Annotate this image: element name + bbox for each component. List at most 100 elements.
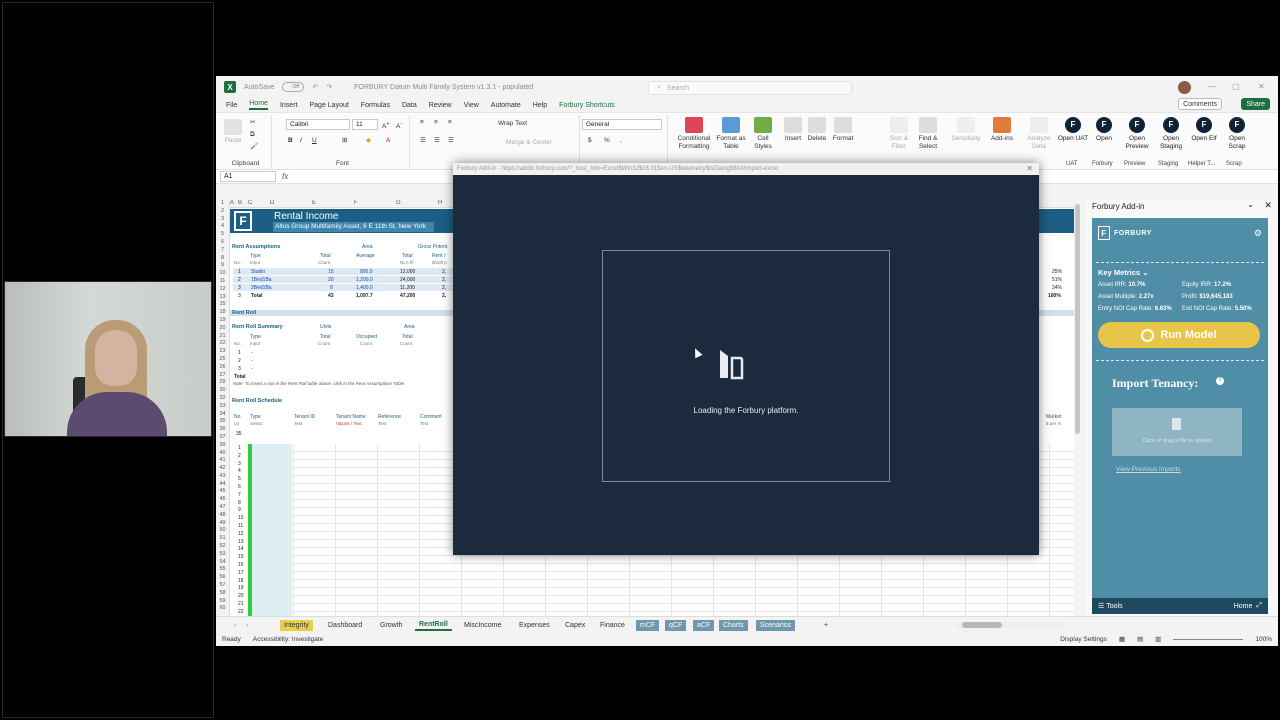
- row-number[interactable]: 41: [216, 457, 229, 465]
- display-settings-button[interactable]: Display Settings: [1060, 636, 1107, 643]
- menu-view[interactable]: View: [464, 102, 479, 109]
- increase-font-icon[interactable]: A+: [382, 120, 390, 131]
- open-preview-button[interactable]: F Open Preview: [1120, 117, 1154, 151]
- italic-icon[interactable]: I: [300, 137, 302, 145]
- row-number[interactable]: 57: [216, 582, 229, 590]
- row-number[interactable]: 46: [216, 496, 229, 504]
- tab-integrity[interactable]: Integrity: [280, 620, 313, 631]
- menu-forbury-shortcuts[interactable]: Forbury Shortcuts: [559, 102, 615, 109]
- home-button[interactable]: Home: [1234, 603, 1253, 610]
- menu-automate[interactable]: Automate: [491, 102, 521, 109]
- row-number[interactable]: 47: [216, 504, 229, 512]
- row-number[interactable]: 36: [216, 426, 229, 434]
- wrap-text-button[interactable]: Wrap Text: [498, 120, 527, 128]
- table-cell[interactable]: 12,000: [400, 269, 415, 275]
- open-uat-button[interactable]: F Open UAT: [1056, 117, 1090, 143]
- zoom-level[interactable]: 100%: [1255, 636, 1272, 643]
- horizontal-scrollbar[interactable]: [956, 622, 1066, 628]
- row-number[interactable]: 8: [216, 255, 229, 263]
- fx-icon[interactable]: fx: [282, 172, 288, 181]
- table-cell[interactable]: 800.0: [360, 269, 373, 275]
- row-number[interactable]: 20: [216, 325, 229, 333]
- row-number[interactable]: 25: [216, 356, 229, 364]
- key-metrics-toggle[interactable]: Key Metrics ⌄: [1098, 268, 1148, 277]
- row-number[interactable]: 19: [216, 317, 229, 325]
- cut-icon[interactable]: ✂: [250, 119, 255, 127]
- table-cell[interactable]: 1Bed1Ba: [251, 277, 272, 283]
- delete-cells-button[interactable]: Delete: [806, 117, 828, 143]
- align-center-icon[interactable]: ☰: [434, 137, 440, 145]
- close-icon[interactable]: ✕: [1264, 200, 1272, 211]
- font-color-icon[interactable]: A: [386, 137, 390, 145]
- conditional-formatting-button[interactable]: Conditional Formatting: [674, 117, 714, 151]
- find-select-button[interactable]: Find & Select: [914, 117, 942, 151]
- menu-help[interactable]: Help: [533, 102, 547, 109]
- zoom-slider[interactable]: [1173, 638, 1244, 640]
- align-bottom-icon[interactable]: ≡: [448, 119, 452, 127]
- table-cell[interactable]: Studio: [251, 269, 265, 275]
- menu-file[interactable]: File: [226, 102, 237, 109]
- page-layout-icon[interactable]: ▤: [1137, 635, 1143, 643]
- row-number[interactable]: 3: [216, 216, 229, 224]
- row-number[interactable]: 49: [216, 520, 229, 528]
- row-number[interactable]: 5: [216, 231, 229, 239]
- row-number[interactable]: 45: [216, 488, 229, 496]
- percent-icon[interactable]: %: [604, 137, 610, 145]
- tab-finance[interactable]: Finance: [596, 620, 629, 631]
- row-number[interactable]: 60: [216, 605, 229, 613]
- row-number[interactable]: 35: [216, 418, 229, 426]
- add-sheet-icon[interactable]: +: [820, 620, 832, 631]
- row-number[interactable]: 34: [216, 411, 229, 419]
- table-cell[interactable]: 8: [330, 285, 333, 291]
- row-number[interactable]: 39: [216, 442, 229, 450]
- minimize-icon[interactable]: —: [1208, 82, 1216, 91]
- row-number[interactable]: 6: [216, 239, 229, 247]
- underline-icon[interactable]: U: [312, 137, 317, 145]
- maximize-icon[interactable]: ▢: [1232, 82, 1240, 91]
- share-button[interactable]: Share: [1241, 98, 1270, 110]
- bold-icon[interactable]: B: [288, 137, 293, 145]
- open-scrap-button[interactable]: F Open Scrap: [1220, 117, 1254, 151]
- paste-button[interactable]: Paste: [224, 119, 242, 145]
- table-cell[interactable]: 2,: [442, 269, 446, 275]
- tab-rentroll[interactable]: RentRoll: [415, 620, 452, 631]
- copy-icon[interactable]: ⧉: [250, 131, 255, 139]
- row-number[interactable]: 37: [216, 434, 229, 442]
- tab-growth[interactable]: Growth: [376, 620, 407, 631]
- row-number[interactable]: 56: [216, 574, 229, 582]
- table-cell[interactable]: 3: [238, 285, 241, 291]
- table-cell[interactable]: 24,000: [400, 277, 415, 283]
- scroll-thumb[interactable]: [1075, 204, 1080, 434]
- sort-filter-button[interactable]: Sort & Filter: [886, 117, 912, 151]
- table-cell[interactable]: 11,200: [400, 285, 415, 291]
- row-number[interactable]: 26: [216, 364, 229, 372]
- sensitivity-button[interactable]: Sensitivity: [950, 117, 982, 143]
- row-number[interactable]: 43: [216, 473, 229, 481]
- row-number[interactable]: 13: [216, 294, 229, 302]
- prev-sheet-icon[interactable]: ‹: [230, 620, 240, 631]
- vertical-scrollbar[interactable]: [1074, 200, 1082, 616]
- row-number[interactable]: 50: [216, 527, 229, 535]
- next-sheet-icon[interactable]: ›: [242, 620, 252, 631]
- view-previous-imports-link[interactable]: View Previous Imports: [1116, 466, 1181, 473]
- tab-capex[interactable]: Capex: [561, 620, 589, 631]
- menu-data[interactable]: Data: [402, 102, 417, 109]
- row-number[interactable]: 22: [216, 340, 229, 348]
- decrease-font-icon[interactable]: A-: [396, 120, 402, 131]
- font-size-select[interactable]: 11: [352, 119, 378, 130]
- autosave-toggle[interactable]: Off: [282, 82, 305, 92]
- row-number[interactable]: 7: [216, 247, 229, 255]
- currency-icon[interactable]: $: [588, 137, 592, 145]
- add-ins-button[interactable]: Add-ins: [988, 117, 1016, 143]
- row-number[interactable]: 11: [216, 278, 229, 286]
- align-top-icon[interactable]: ≡: [420, 119, 424, 127]
- table-cell[interactable]: 15: [328, 269, 334, 275]
- open-staging-button[interactable]: F Open Staging: [1154, 117, 1188, 151]
- run-model-button[interactable]: Run Model: [1098, 322, 1260, 348]
- tab-qcf[interactable]: qCF: [665, 620, 687, 631]
- name-box[interactable]: A1: [220, 171, 276, 182]
- table-cell[interactable]: 1,400.0: [356, 285, 373, 291]
- row-number[interactable]: 48: [216, 512, 229, 520]
- comments-button[interactable]: Comments: [1178, 98, 1222, 110]
- help-icon[interactable]: ?: [1216, 377, 1224, 385]
